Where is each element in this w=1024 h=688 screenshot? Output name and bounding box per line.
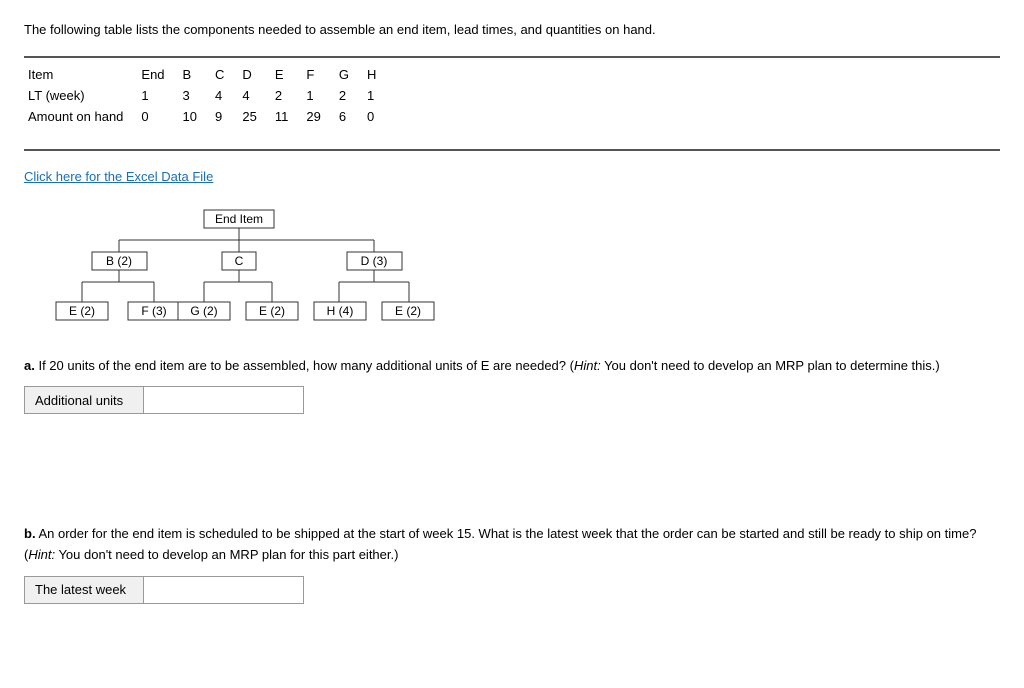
table-row-header: Item End B C D E F G H: [24, 64, 390, 85]
latest-week-input[interactable]: [144, 576, 304, 604]
col-b-2: 10: [179, 106, 211, 127]
col-c-2: 9: [211, 106, 238, 127]
svg-text:G (2): G (2): [190, 304, 217, 318]
col-g-0: G: [335, 64, 363, 85]
svg-text:H (4): H (4): [327, 304, 354, 318]
svg-text:D (3): D (3): [361, 254, 388, 268]
col-d-2: 25: [238, 106, 270, 127]
svg-text:B (2): B (2): [106, 254, 132, 268]
question-b-prefix: b.: [24, 526, 36, 541]
row-label-2: Amount on hand: [24, 106, 137, 127]
table-row-amount: Amount on hand 0 10 9 25 11 29 6 0: [24, 106, 390, 127]
col-g-2: 6: [335, 106, 363, 127]
question-b-hint-label: Hint:: [28, 547, 55, 562]
tree-diagram: End Item B (2) C D (3) E (2) F (3) G (2)…: [44, 202, 464, 342]
question-a-prefix: a.: [24, 358, 35, 373]
col-c-0: C: [211, 64, 238, 85]
svg-text:E (2): E (2): [395, 304, 421, 318]
svg-text:F (3): F (3): [141, 304, 166, 318]
svg-text:End Item: End Item: [215, 212, 263, 226]
row-label-0: Item: [24, 64, 137, 85]
col-h-1: 1: [363, 85, 390, 106]
question-a-body: If 20 units of the end item are to be as…: [35, 358, 574, 373]
col-b-1: 3: [179, 85, 211, 106]
tree-svg: End Item B (2) C D (3) E (2) F (3) G (2)…: [44, 202, 464, 342]
col-e-1: 2: [271, 85, 303, 106]
col-e-2: 11: [271, 106, 303, 127]
table-row-lt: LT (week) 1 3 4 4 2 1 2 1: [24, 85, 390, 106]
col-f-2: 29: [302, 106, 334, 127]
svg-text:C: C: [235, 254, 244, 268]
col-h-2: 0: [363, 106, 390, 127]
answer-row-b: The latest week: [24, 576, 1000, 604]
latest-week-label: The latest week: [24, 576, 144, 604]
col-end-2: 0: [137, 106, 178, 127]
excel-link[interactable]: Click here for the Excel Data File: [24, 169, 213, 184]
data-table: Item End B C D E F G H LT (week) 1 3 4 4…: [24, 64, 390, 127]
col-f-0: F: [302, 64, 334, 85]
additional-units-label: Additional units: [24, 386, 144, 414]
col-g-1: 2: [335, 85, 363, 106]
col-f-1: 1: [302, 85, 334, 106]
col-b-0: B: [179, 64, 211, 85]
question-a-hint: You don't need to develop an MRP plan to…: [601, 358, 940, 373]
intro-text: The following table lists the components…: [24, 20, 1000, 40]
question-b-hint: You don't need to develop an MRP plan fo…: [55, 547, 398, 562]
question-a-hint-label: Hint:: [574, 358, 601, 373]
col-c-1: 4: [211, 85, 238, 106]
question-a-text: a. If 20 units of the end item are to be…: [24, 356, 1000, 377]
table-wrapper: Item End B C D E F G H LT (week) 1 3 4 4…: [24, 56, 1000, 151]
row-label-1: LT (week): [24, 85, 137, 106]
svg-text:E (2): E (2): [259, 304, 285, 318]
svg-text:E (2): E (2): [69, 304, 95, 318]
col-d-1: 4: [238, 85, 270, 106]
additional-units-input[interactable]: [144, 386, 304, 414]
answer-row-a: Additional units: [24, 386, 1000, 414]
col-h-0: H: [363, 64, 390, 85]
col-e-0: E: [271, 64, 303, 85]
col-end-1: 1: [137, 85, 178, 106]
col-end-0: End: [137, 64, 178, 85]
question-b-text: b. An order for the end item is schedule…: [24, 524, 1000, 566]
col-d-0: D: [238, 64, 270, 85]
